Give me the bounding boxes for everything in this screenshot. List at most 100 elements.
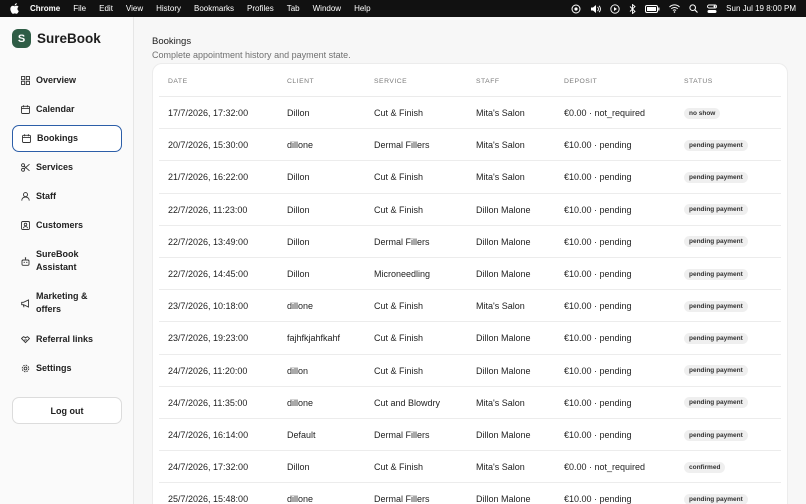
sidebar-item-label: Marketing & offers xyxy=(36,291,88,314)
sidebar-item-calendar[interactable]: Calendar xyxy=(12,98,122,120)
play-icon[interactable] xyxy=(610,3,620,14)
service-name: Cut & Finish xyxy=(374,108,424,119)
menubar-clock[interactable]: Sun Jul 19 8:00 PM xyxy=(726,4,796,13)
status-cell: pending payment xyxy=(684,290,748,322)
booking-date: 22/7/2026, 14:45:00 xyxy=(168,269,249,280)
staff-name: Mita's Salon xyxy=(476,108,525,119)
bluetooth-icon[interactable] xyxy=(629,3,636,14)
staff-name: Mita's Salon xyxy=(476,140,525,151)
sidebar-item-services[interactable]: Services xyxy=(12,156,122,178)
deposit-value: €10.00 · pending xyxy=(564,397,632,408)
menu-app-name[interactable]: Chrome xyxy=(30,4,60,13)
table-header: DATE CLIENT SERVICE STAFF DEPOSIT STATUS xyxy=(153,72,789,96)
status-badge: pending payment xyxy=(684,236,748,248)
sidebar-item-overview[interactable]: Overview xyxy=(12,69,122,91)
person-icon xyxy=(21,191,30,201)
menu-file[interactable]: File xyxy=(73,4,86,13)
menubar: Chrome File Edit View History Bookmarks … xyxy=(0,0,806,17)
page-subtitle: Complete appointment history and payment… xyxy=(152,50,351,60)
booking-date: 22/7/2026, 13:49:00 xyxy=(168,236,249,247)
page-title: Bookings xyxy=(152,36,192,47)
status-cell: no show xyxy=(684,97,721,129)
service-name: Dermal Fillers xyxy=(374,494,430,504)
client-name: Dillon xyxy=(287,462,310,473)
staff-name: Mita's Salon xyxy=(476,172,525,183)
table-row[interactable]: 23/7/2026, 19:23:00 fajhfkjahfkahf Cut & F… xyxy=(159,322,781,355)
table-row[interactable]: 20/7/2026, 15:30:00 dillone Dermal Fillers… xyxy=(159,129,781,162)
column-header-date: DATE xyxy=(168,78,188,85)
megaphone-icon xyxy=(21,298,30,308)
client-name: Dillon xyxy=(287,204,310,215)
service-name: Microneedling xyxy=(374,269,431,280)
client-name: dillone xyxy=(287,397,314,408)
volume-icon[interactable] xyxy=(590,4,601,14)
menu-history[interactable]: History xyxy=(156,4,181,13)
table-row[interactable]: 25/7/2026, 15:48:00 dillone Dermal Fillers… xyxy=(159,483,781,504)
staff-name: Dillon Malone xyxy=(476,236,531,247)
sidebar-item-bookings[interactable]: Bookings xyxy=(12,124,122,152)
menu-window[interactable]: Window xyxy=(313,4,341,13)
booking-date: 25/7/2026, 15:48:00 xyxy=(168,494,249,504)
wifi-icon[interactable] xyxy=(669,4,681,13)
booking-date: 17/7/2026, 17:32:00 xyxy=(168,108,249,119)
booking-date: 24/7/2026, 11:35:00 xyxy=(168,397,248,408)
staff-name: Mita's Salon xyxy=(476,397,525,408)
table-row[interactable]: 22/7/2026, 13:49:00 Dillon Dermal Fillers D… xyxy=(159,226,781,258)
table-row[interactable]: 23/7/2026, 10:18:00 dillone Cut & Finish Mi… xyxy=(159,290,781,323)
deposit-value: €10.00 · pending xyxy=(564,236,632,247)
sidebar-item-settings[interactable]: Settings xyxy=(12,357,122,379)
status-badge: pending payment xyxy=(684,429,748,441)
deposit-value: €10.00 · pending xyxy=(564,172,632,183)
menu-view[interactable]: View xyxy=(126,4,143,13)
table-row[interactable]: 24/7/2026, 11:35:00 dillone Cut and Blowdr… xyxy=(159,387,781,419)
scissors-icon xyxy=(21,162,30,172)
menu-tab[interactable]: Tab xyxy=(287,4,300,13)
menu-bookmarks[interactable]: Bookmarks xyxy=(194,4,234,13)
battery-icon[interactable] xyxy=(645,4,660,13)
table-row[interactable]: 24/7/2026, 17:32:00 Dillon Cut & Finish Mit… xyxy=(159,451,781,484)
status-badge: pending payment xyxy=(684,493,748,504)
sidebar-item-staff[interactable]: Staff xyxy=(12,185,122,207)
sidebar-item-customers[interactable]: Customers xyxy=(12,214,122,236)
brand[interactable]: S SureBook xyxy=(12,29,101,48)
brand-logo: S xyxy=(12,29,31,48)
focus-icon[interactable] xyxy=(571,4,581,14)
booking-date: 23/7/2026, 10:18:00 xyxy=(168,301,249,312)
status-cell: pending payment xyxy=(684,258,748,290)
sidebar-item-label: Bookings xyxy=(37,132,79,143)
menu-help[interactable]: Help xyxy=(354,4,370,13)
robot-icon xyxy=(21,256,30,266)
deposit-value: €10.00 · pending xyxy=(564,140,632,151)
booking-date: 20/7/2026, 15:30:00 xyxy=(168,140,249,151)
status-cell: pending payment xyxy=(684,161,748,193)
table-row[interactable]: 21/7/2026, 16:22:00 Dillon Cut & Finish Mit… xyxy=(159,161,781,194)
table-row[interactable]: 17/7/2026, 17:32:00 Dillon Cut & Finish Mit… xyxy=(159,97,781,130)
menu-edit[interactable]: Edit xyxy=(99,4,113,13)
menu-profiles[interactable]: Profiles xyxy=(247,4,274,13)
sidebar-item-label: Services xyxy=(36,161,74,172)
sidebar-item-surebook-assistant[interactable]: SureBook Assistant xyxy=(12,246,122,276)
spotlight-search-icon[interactable] xyxy=(689,4,699,13)
table-row[interactable]: 24/7/2026, 16:14:00 Default Dermal Fillers… xyxy=(159,419,781,452)
booking-date: 24/7/2026, 17:32:00 xyxy=(168,462,249,473)
table-row[interactable]: 24/7/2026, 11:20:00 dillon Cut & Finish Dil… xyxy=(159,355,781,387)
status-badge: pending payment xyxy=(684,139,748,151)
sidebar-item-referral-links[interactable]: Referral links xyxy=(12,328,122,350)
service-name: Dermal Fillers xyxy=(374,236,430,247)
table-row[interactable]: 22/7/2026, 14:45:00 Dillon Microneedling Di… xyxy=(159,258,781,291)
status-cell: pending payment xyxy=(684,483,748,504)
sidebar-item-marketing-offers[interactable]: Marketing & offers xyxy=(12,288,122,318)
client-name: dillone xyxy=(287,301,314,312)
service-name: Cut & Finish xyxy=(374,301,424,312)
client-name: Dillon xyxy=(287,269,310,280)
logout-button[interactable]: Log out xyxy=(12,397,122,424)
sidebar-item-label: Calendar xyxy=(36,103,75,114)
handshake-icon xyxy=(21,335,30,344)
sidebar-item-label: Settings xyxy=(36,362,72,373)
apple-icon[interactable] xyxy=(10,3,20,14)
status-badge: pending payment xyxy=(684,300,748,312)
control-center-icon[interactable] xyxy=(707,4,718,14)
client-name: Dillon xyxy=(287,108,310,119)
deposit-value: €10.00 · pending xyxy=(564,494,632,504)
table-row[interactable]: 22/7/2026, 11:23:00 Dillon Cut & Finish Dil… xyxy=(159,194,781,226)
